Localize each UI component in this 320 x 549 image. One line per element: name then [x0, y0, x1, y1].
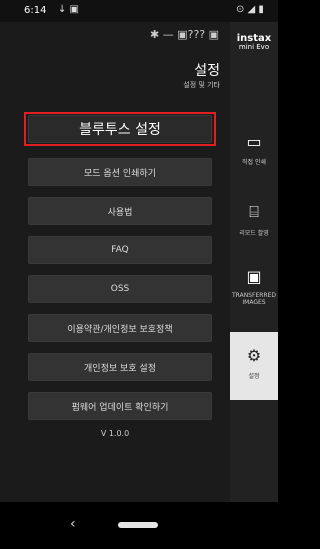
device-status-icons: ✱ — ▣??? ▣	[150, 28, 220, 41]
sidebar-item-label: TRANSFERRED IMAGES	[232, 292, 276, 306]
oss-button[interactable]: OSS	[28, 275, 212, 303]
privacy-settings-button[interactable]: 개인정보 보호 설정	[28, 353, 212, 381]
page-title: 설정	[194, 63, 220, 79]
status-time: 6:14	[24, 5, 47, 16]
back-icon[interactable]: ‹	[70, 516, 76, 532]
navigation-bar: ‹	[0, 502, 278, 549]
home-pill[interactable]	[118, 522, 158, 528]
sidebar: instax mini Evo ▭ 직접 인쇄 ⌸ 리모드 촬영 ▣ TRANS…	[230, 22, 278, 502]
gear-icon: ⚙	[246, 346, 262, 365]
page-subtitle: 설정 및 기타	[183, 81, 220, 89]
brand-model: mini Evo	[238, 43, 270, 51]
app-version: V 1.0.0	[100, 429, 130, 438]
brand-logo: instax mini Evo	[230, 34, 278, 52]
manual-button[interactable]: 사용법	[28, 197, 212, 225]
sidebar-item-label: 직접 인쇄	[242, 159, 266, 166]
faq-button[interactable]: FAQ	[28, 236, 212, 264]
sidebar-item-remote-shoot[interactable]: ⌸ 리모드 촬영	[230, 202, 278, 237]
transfer-icon: ▣	[246, 267, 262, 286]
printer-icon: ▭	[246, 132, 262, 151]
sidebar-item-settings[interactable]: ⚙ 설정	[230, 332, 278, 400]
remote-icon: ⌸	[249, 202, 259, 221]
terms-privacy-button[interactable]: 이용약관/개인정보 보호정책	[28, 314, 212, 342]
mode-option-print-button[interactable]: 모드 옵션 인쇄하기	[28, 158, 212, 186]
sidebar-item-direct-print[interactable]: ▭ 직접 인쇄	[230, 132, 278, 166]
sidebar-item-transferred-images[interactable]: ▣ TRANSFERRED IMAGES	[230, 267, 278, 306]
sidebar-item-label: 리모드 촬영	[239, 230, 269, 237]
brand-name: instax	[236, 33, 272, 44]
firmware-update-button[interactable]: 펌웨어 업데이트 확인하기	[28, 392, 212, 420]
sidebar-item-label: 설정	[248, 373, 260, 380]
status-icons-left: ↓ ▣	[58, 4, 80, 15]
status-bar: 6:14 ↓ ▣ ⊙ ◢ ▮	[0, 0, 278, 22]
status-icons-right: ⊙ ◢ ▮	[236, 4, 264, 15]
settings-panel: ✱ — ▣??? ▣ 설정 설정 및 기타 블루투스 설정 모드 옵션 인쇄하기…	[0, 22, 230, 502]
bluetooth-settings-button[interactable]: 블루투스 설정	[28, 115, 212, 143]
